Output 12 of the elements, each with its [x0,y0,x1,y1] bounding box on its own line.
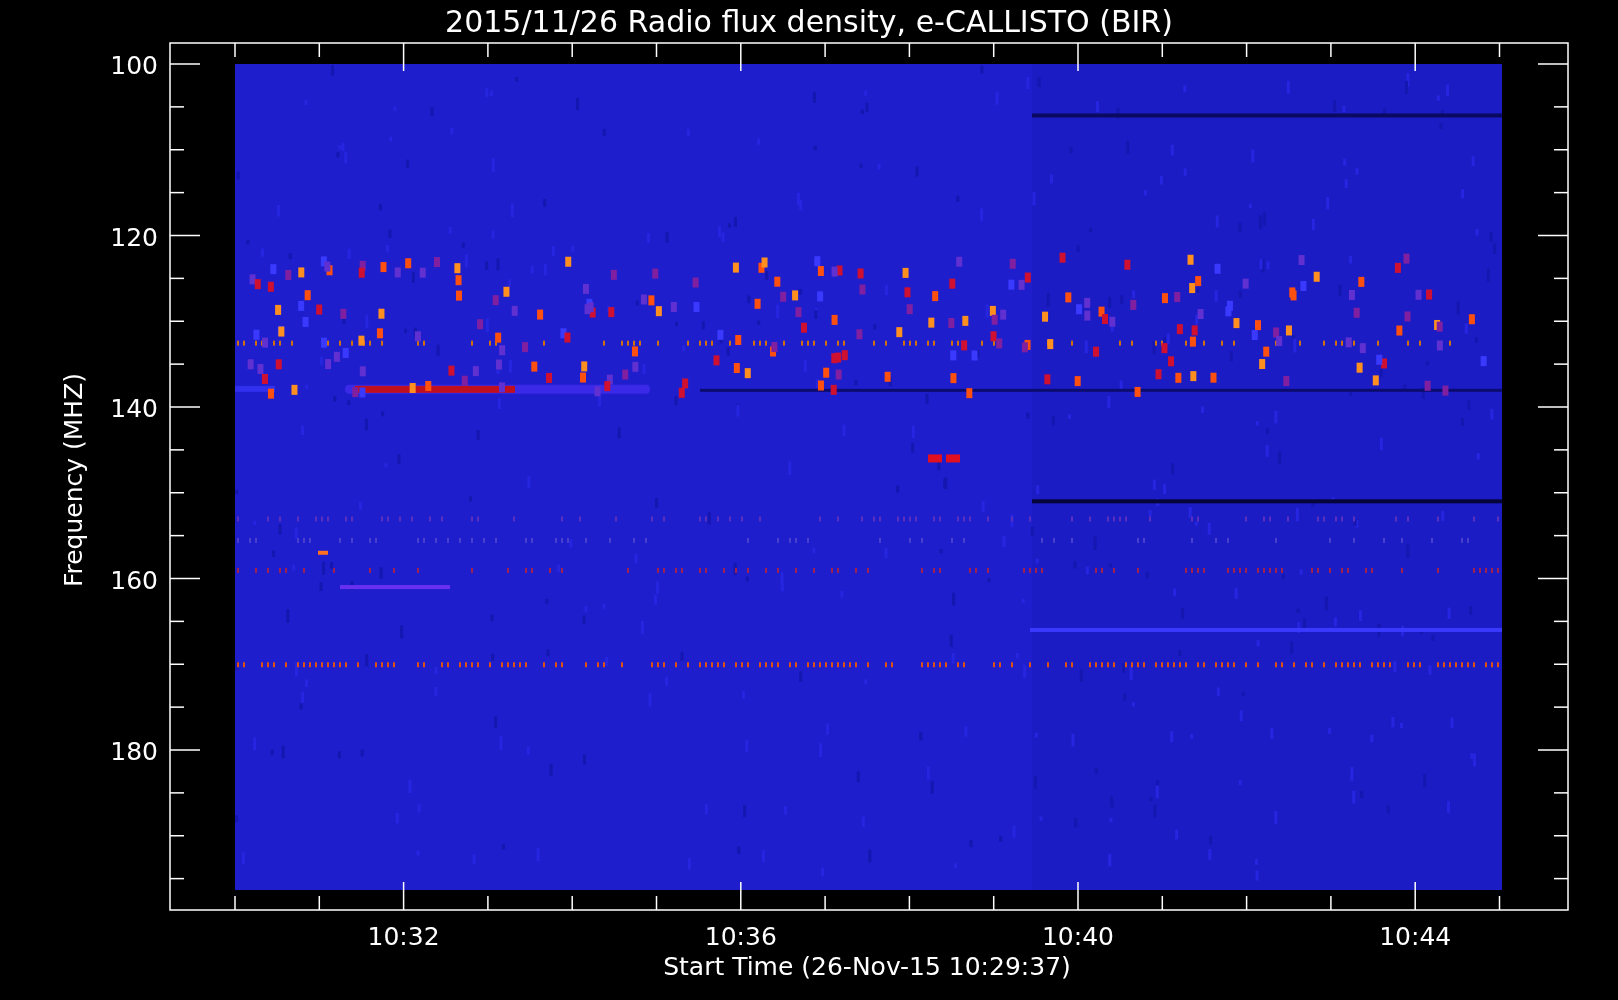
y-tick-label: 160 [110,565,158,595]
y-axis-label: Frequency (MHZ) [59,372,88,588]
chart-title: 2015/11/26 Radio flux density, e-CALLISTO (BIR) [445,4,1173,39]
x-tick-label: 10:32 [367,922,440,951]
y-tick-label: 100 [110,51,158,80]
x-axis-label: Start Time (26-Nov-15 10:29:37) [663,952,1071,981]
y-tick-label: 120 [110,222,158,252]
x-tick-label: 10:36 [704,922,777,951]
y-tick-label: 180 [110,737,158,766]
y-tick-label: 140 [110,394,158,423]
x-tick-label: 10:44 [1379,922,1452,951]
x-tick-label: 10:40 [1042,922,1114,951]
